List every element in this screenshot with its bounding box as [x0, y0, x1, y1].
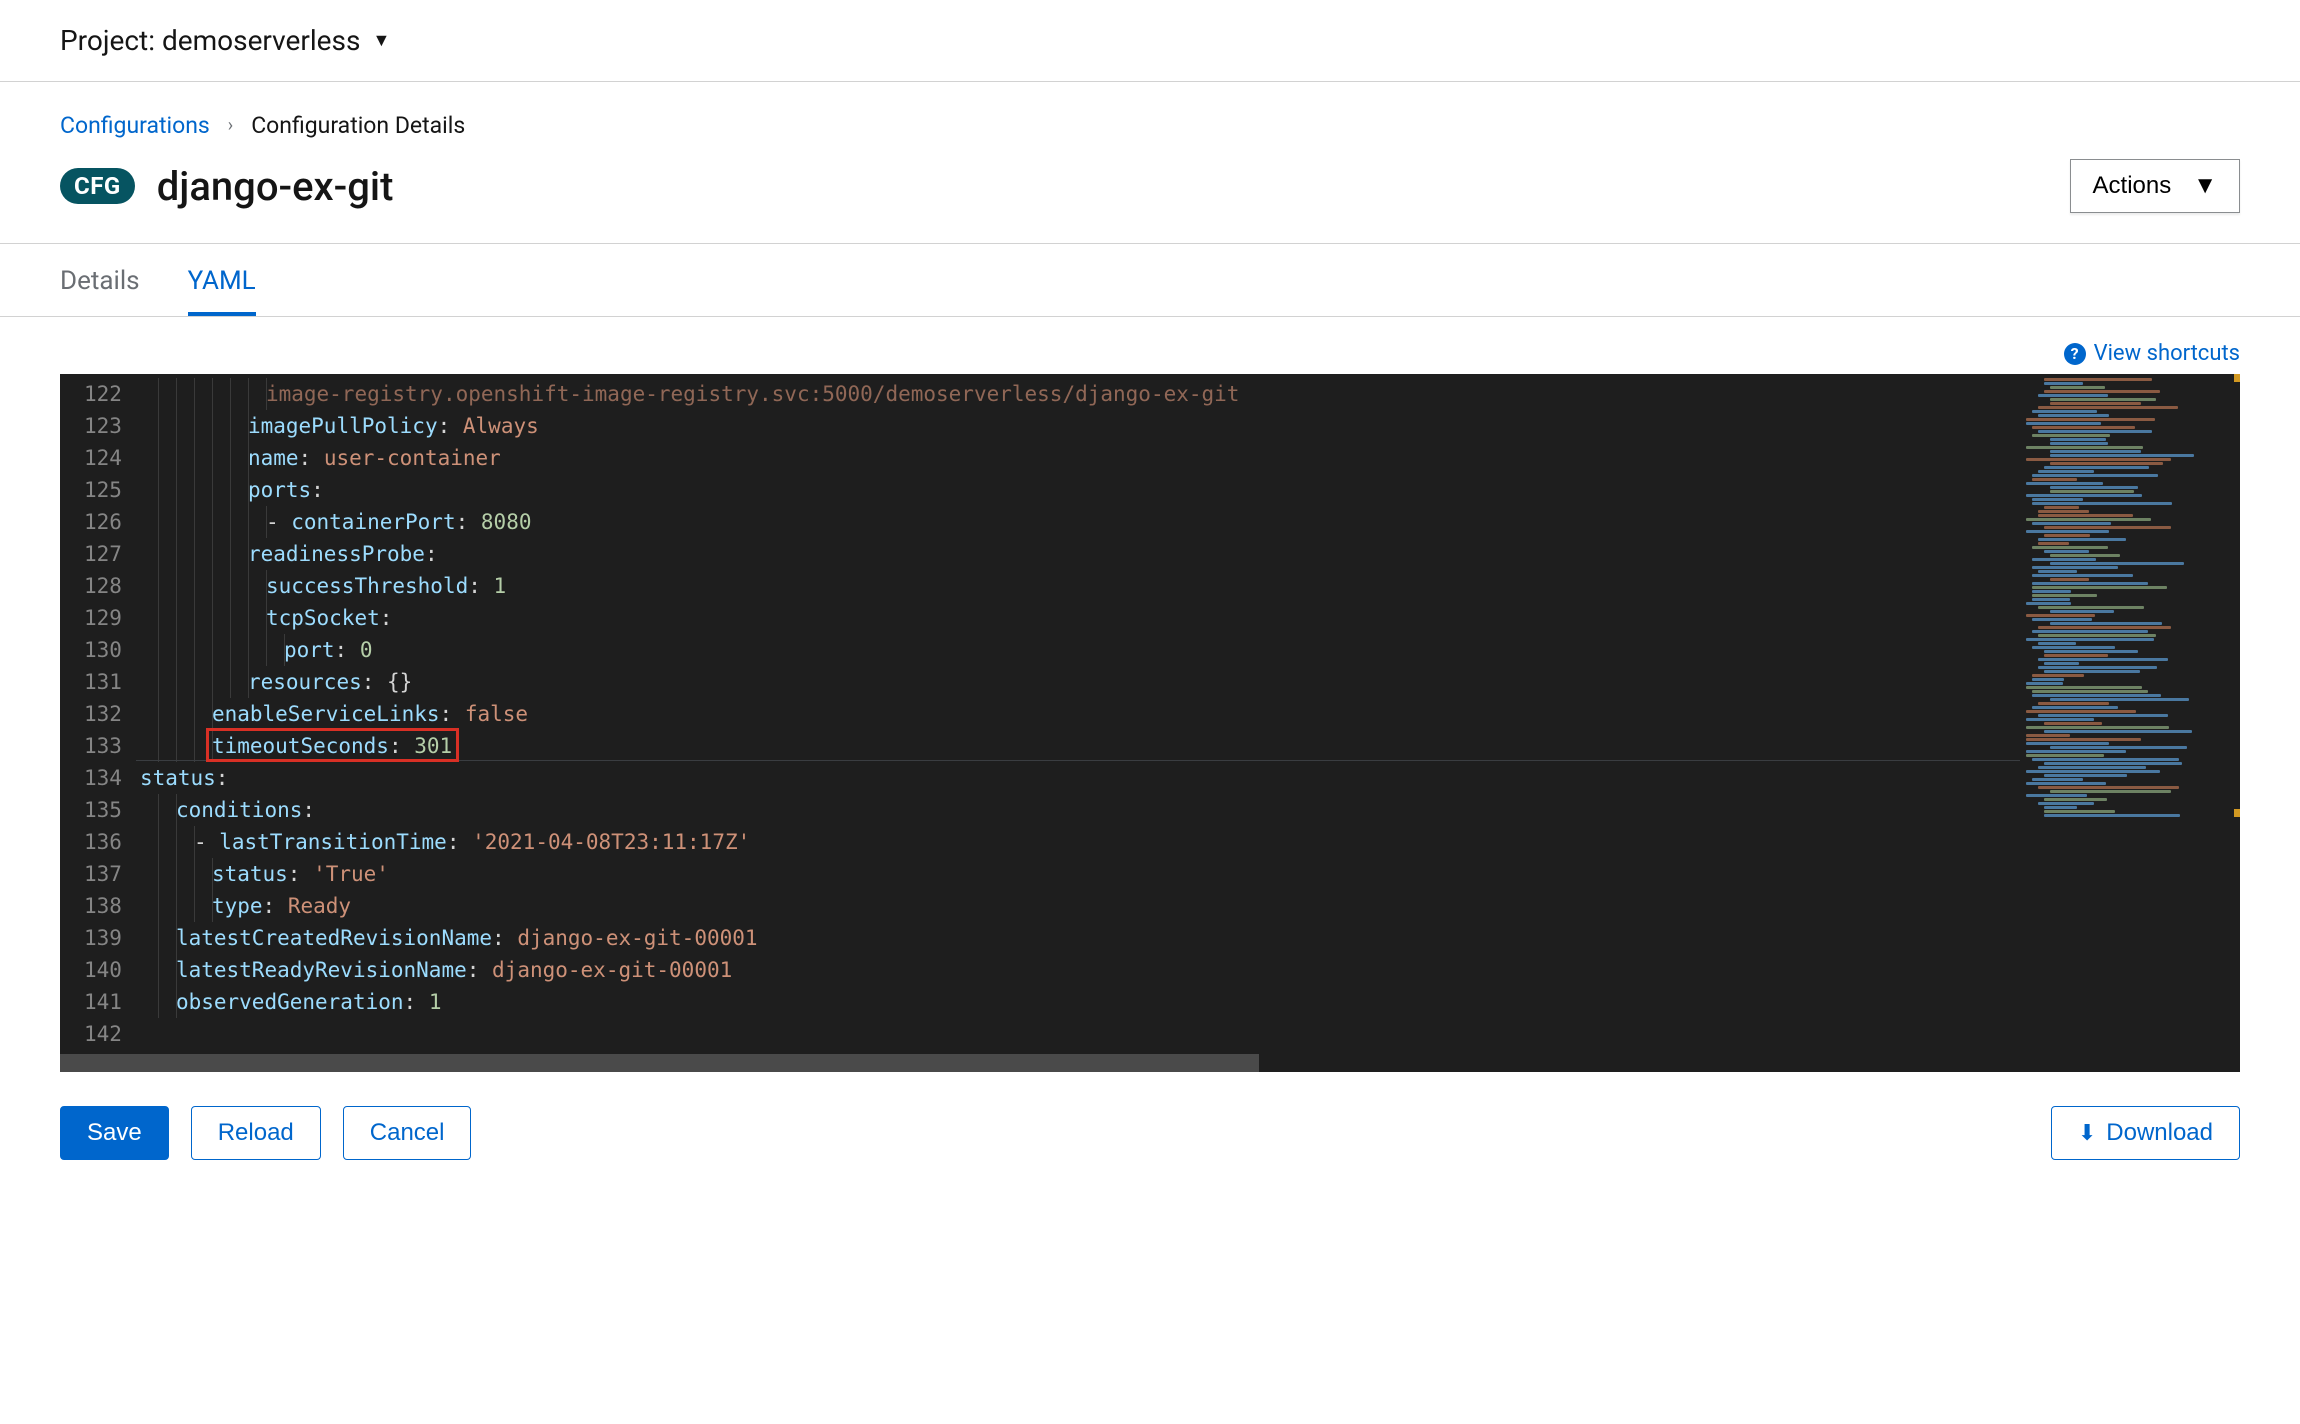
breadcrumb-current: Configuration Details [251, 112, 465, 139]
code-line[interactable]: successThreshold: 1 [136, 570, 2020, 602]
breadcrumb: Configurations › Configuration Details [0, 82, 2300, 153]
page-title: django-ex-git [157, 163, 394, 210]
code-line[interactable]: tcpSocket: [136, 602, 2020, 634]
caret-down-icon: ▼ [2193, 172, 2217, 200]
code-line[interactable]: readinessProbe: [136, 538, 2020, 570]
footer-actions: Save Reload Cancel ⬇ Download [0, 1072, 2300, 1200]
code-line[interactable]: timeoutSeconds: 301 [136, 730, 2020, 762]
download-label: Download [2106, 1119, 2213, 1147]
code-line[interactable]: latestCreatedRevisionName: django-ex-git… [136, 922, 2020, 954]
tab-bar: Details YAML [0, 244, 2300, 317]
code-line[interactable]: type: Ready [136, 890, 2020, 922]
code-line[interactable]: - lastTransitionTime: '2021-04-08T23:11:… [136, 826, 2020, 858]
code-line[interactable]: name: user-container [136, 442, 2020, 474]
code-line[interactable]: imagePullPolicy: Always [136, 410, 2020, 442]
view-shortcuts-link[interactable]: ? View shortcuts [2064, 341, 2240, 366]
project-label: Project: demoserverless [60, 24, 360, 57]
code-area[interactable]: image-registry.openshift-image-registry.… [136, 374, 2020, 1054]
breadcrumb-root-link[interactable]: Configurations [60, 112, 210, 139]
reload-button[interactable]: Reload [191, 1106, 321, 1160]
help-icon: ? [2064, 343, 2086, 365]
save-button[interactable]: Save [60, 1106, 169, 1160]
code-line[interactable]: - containerPort: 8080 [136, 506, 2020, 538]
yaml-editor[interactable]: 1221231241251261271281291301311321331341… [60, 374, 2240, 1054]
actions-label: Actions [2093, 172, 2172, 200]
code-line[interactable]: image-registry.openshift-image-registry.… [136, 378, 2020, 410]
code-line[interactable]: ports: [136, 474, 2020, 506]
download-icon: ⬇ [2078, 1120, 2096, 1146]
code-line[interactable]: enableServiceLinks: false [136, 698, 2020, 730]
minimap[interactable] [2020, 374, 2240, 1054]
tab-details[interactable]: Details [60, 244, 140, 316]
view-shortcuts-label: View shortcuts [2094, 341, 2240, 366]
tab-yaml[interactable]: YAML [188, 244, 256, 316]
code-line[interactable]: observedGeneration: 1 [136, 986, 2020, 1018]
actions-dropdown[interactable]: Actions ▼ [2070, 159, 2240, 213]
resource-badge: CFG [60, 168, 135, 204]
caret-down-icon: ▼ [372, 30, 390, 51]
chevron-right-icon: › [228, 115, 233, 136]
page-header: CFG django-ex-git Actions ▼ [0, 153, 2300, 244]
code-line[interactable]: status: 'True' [136, 858, 2020, 890]
editor-horizontal-scrollbar[interactable] [60, 1054, 2240, 1072]
code-line[interactable]: conditions: [136, 794, 2020, 826]
code-line[interactable]: latestReadyRevisionName: django-ex-git-0… [136, 954, 2020, 986]
code-line[interactable]: resources: {} [136, 666, 2020, 698]
code-line[interactable] [136, 1018, 2020, 1050]
download-button[interactable]: ⬇ Download [2051, 1106, 2240, 1160]
cancel-button[interactable]: Cancel [343, 1106, 472, 1160]
scrollbar-thumb[interactable] [60, 1054, 1259, 1072]
code-line[interactable]: port: 0 [136, 634, 2020, 666]
code-line[interactable]: status: [136, 762, 2020, 794]
line-gutter: 1221231241251261271281291301311321331341… [60, 374, 136, 1054]
project-selector[interactable]: Project: demoserverless ▼ [0, 0, 2300, 82]
